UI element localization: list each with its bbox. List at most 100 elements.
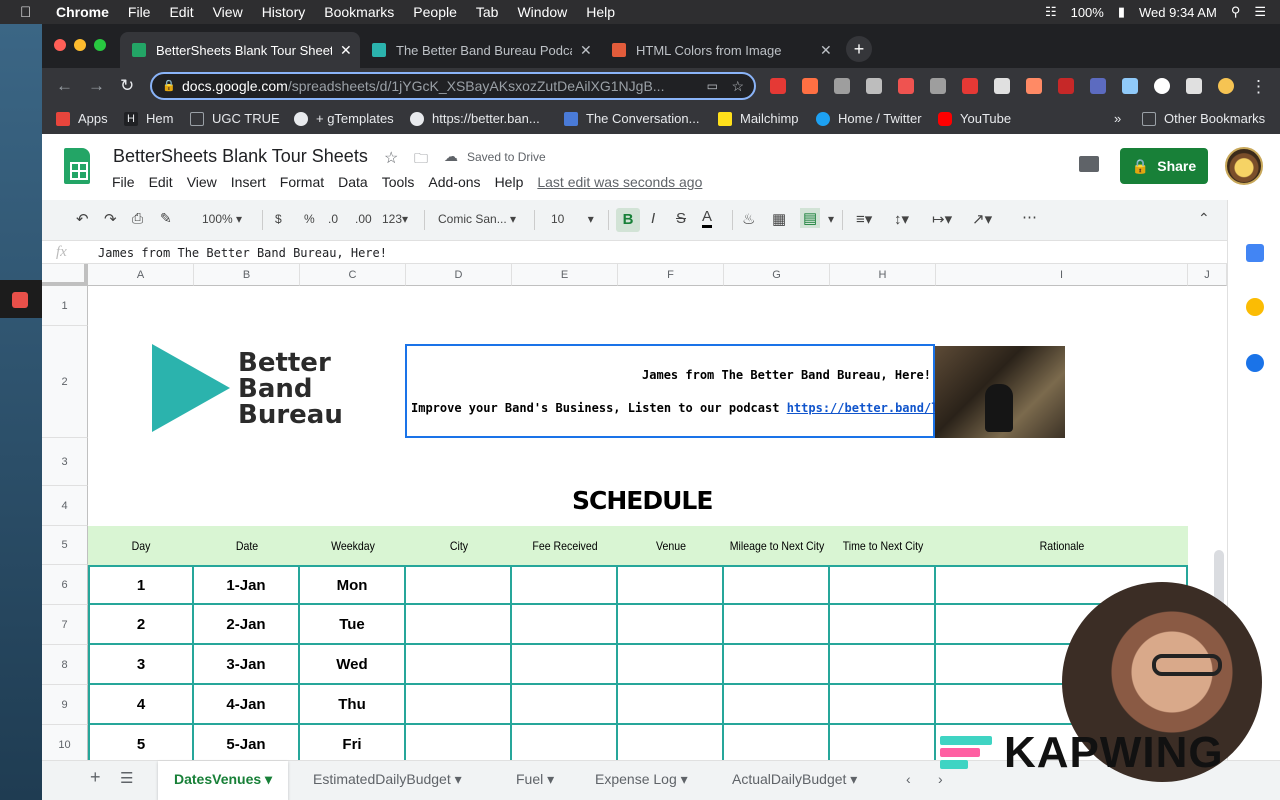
column-header-a[interactable]: A (88, 264, 194, 286)
desktop-dock-item[interactable] (0, 280, 42, 318)
sheets-menu-view[interactable]: View (187, 174, 217, 190)
puzzle-extensions-icon[interactable] (1186, 78, 1202, 94)
schedule-cell[interactable] (406, 685, 512, 725)
formula-value[interactable]: James from The Better Band Bureau, Here! (98, 246, 387, 260)
sheets-menu-file[interactable]: File (112, 174, 135, 190)
sheet-tab-estimateddailybudget[interactable]: EstimatedDailyBudget ▾ (313, 771, 462, 788)
schedule-cell[interactable]: 1-Jan (194, 565, 300, 605)
column-header-f[interactable]: F (618, 264, 724, 286)
schedule-cell[interactable]: 5-Jan (194, 725, 300, 765)
extension-icon[interactable] (930, 78, 946, 94)
extension-icon[interactable] (802, 78, 818, 94)
schedule-cell[interactable]: 3-Jan (194, 645, 300, 685)
header-fee[interactable]: Fee Received (518, 526, 611, 565)
column-header-h[interactable]: H (830, 264, 936, 286)
battery-icon[interactable]: ▮ (1118, 4, 1125, 20)
extension-icon[interactable] (1058, 78, 1074, 94)
schedule-cell[interactable]: Thu (300, 685, 406, 725)
schedule-cell[interactable] (406, 565, 512, 605)
column-header-d[interactable]: D (406, 264, 512, 286)
borders-icon[interactable]: ▦ (772, 210, 786, 228)
bookmark-conversation[interactable]: The Conversation... (564, 111, 699, 126)
scroll-tabs-left-icon[interactable]: ‹ (906, 771, 911, 787)
forward-icon[interactable]: → (88, 76, 105, 96)
collapse-menus-icon[interactable]: ⌃ (1198, 210, 1210, 227)
bookmark-hem[interactable]: H Hem (124, 111, 173, 126)
bookmark-apps[interactable]: Apps (56, 111, 108, 126)
row-header[interactable]: 1 (42, 286, 88, 326)
schedule-cell[interactable] (724, 645, 830, 685)
column-header-b[interactable]: B (194, 264, 300, 286)
text-rotation-icon[interactable]: ↗▾ (972, 210, 992, 228)
tasks-icon[interactable] (1246, 354, 1264, 372)
column-header-i[interactable]: I (936, 264, 1188, 286)
sheets-menu-format[interactable]: Format (280, 174, 324, 190)
schedule-cell[interactable] (406, 725, 512, 765)
cast-icon[interactable]: ▭ (707, 74, 718, 98)
strikethrough-icon[interactable]: S (676, 210, 686, 227)
maximize-window-button[interactable] (94, 39, 106, 51)
schedule-cell[interactable] (512, 725, 618, 765)
schedule-cell[interactable] (618, 605, 724, 645)
last-edit-link[interactable]: Last edit was seconds ago (537, 174, 702, 190)
formula-bar[interactable]: fx James from The Better Band Bureau, He… (42, 240, 1227, 264)
schedule-cell[interactable] (830, 725, 936, 765)
schedule-cell[interactable]: 4-Jan (194, 685, 300, 725)
menu-tab[interactable]: Tab (476, 4, 499, 20)
redo-icon[interactable]: ↷ (104, 210, 117, 228)
adblock-extension-icon[interactable] (770, 78, 786, 94)
menu-edit[interactable]: Edit (169, 4, 193, 20)
merge-cells-icon[interactable]: ▤ (800, 208, 821, 228)
header-date[interactable]: Date (200, 526, 293, 565)
extension-icon[interactable] (1122, 78, 1138, 94)
add-sheet-icon[interactable]: + (90, 767, 101, 788)
currency-format-button[interactable]: $ (275, 212, 282, 226)
bookmark-twitter[interactable]: Home / Twitter (816, 111, 922, 126)
bookmark-youtube[interactable]: YouTube (938, 111, 1011, 126)
extension-icon[interactable] (962, 78, 978, 94)
schedule-cell[interactable] (406, 605, 512, 645)
close-tab-icon[interactable]: ✕ (340, 42, 352, 59)
apple-icon[interactable]:  (20, 4, 38, 21)
menu-file[interactable]: File (128, 4, 151, 20)
menu-help[interactable]: Help (586, 4, 615, 20)
extension-icon[interactable] (994, 78, 1010, 94)
address-bar[interactable]: 🔒 docs.google.com/spreadsheets/d/1jYGcK_… (150, 72, 756, 100)
reload-icon[interactable]: ↻ (120, 76, 134, 96)
schedule-cell[interactable] (724, 605, 830, 645)
selected-cell-info[interactable]: James from The Better Band Bureau, Here!… (405, 344, 975, 438)
header-day[interactable]: Day (94, 526, 187, 565)
keep-icon[interactable] (1246, 298, 1264, 316)
schedule-cell[interactable] (830, 645, 936, 685)
schedule-cell[interactable]: 5 (88, 725, 194, 765)
new-tab-button[interactable]: + (846, 36, 872, 62)
schedule-cell[interactable] (512, 605, 618, 645)
schedule-cell[interactable] (830, 685, 936, 725)
menu-app-name[interactable]: Chrome (56, 4, 109, 20)
sheets-logo-icon[interactable] (64, 148, 90, 184)
extension-icon[interactable] (866, 78, 882, 94)
share-button[interactable]: 🔒 Share (1120, 148, 1208, 184)
menu-window[interactable]: Window (517, 4, 567, 20)
header-rationale[interactable]: Rationale (951, 526, 1173, 565)
text-wrapping-icon[interactable]: ↦▾ (932, 210, 952, 228)
row-header[interactable]: 2 (42, 326, 88, 438)
schedule-cell[interactable]: 4 (88, 685, 194, 725)
schedule-cell[interactable]: Fri (300, 725, 406, 765)
number-format-select[interactable]: 123▾ (382, 212, 408, 226)
chrome-menu-icon[interactable]: ⋮ (1250, 77, 1267, 97)
spreadsheet-grid[interactable]: A B C D E F G H I J 1 2 3 4 5 6 7 8 9 10… (42, 264, 1227, 774)
back-icon[interactable]: ← (56, 76, 73, 96)
more-bookmarks-button[interactable]: » (1114, 111, 1121, 126)
bookmark-star-icon[interactable]: ☆ (731, 74, 744, 98)
row-header[interactable]: 10 (42, 725, 88, 765)
star-icon[interactable]: ☆ (384, 148, 398, 168)
move-to-folder-icon[interactable]: 🗀 (414, 148, 428, 172)
header-mileage[interactable]: Mileage to Next City (730, 526, 824, 565)
profile-avatar[interactable] (1218, 78, 1234, 94)
extension-icon[interactable] (834, 78, 850, 94)
schedule-cell[interactable] (724, 565, 830, 605)
row-header[interactable]: 6 (42, 565, 88, 605)
decrease-decimal-button[interactable]: .0 (328, 212, 338, 226)
schedule-cell[interactable]: 3 (88, 645, 194, 685)
